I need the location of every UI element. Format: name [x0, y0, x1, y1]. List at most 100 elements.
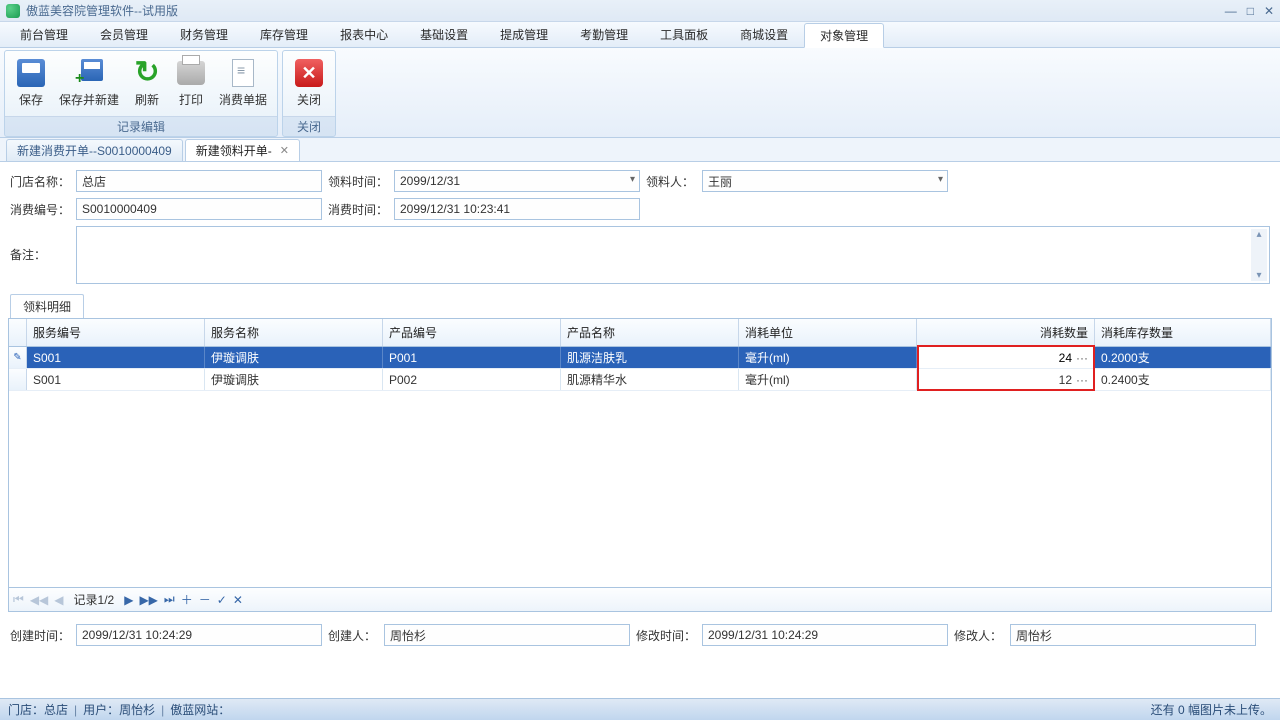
status-store: 门店：总店: [8, 701, 68, 718]
creator-input: 周怡杉: [384, 624, 630, 646]
close-button[interactable]: ✕ 关闭: [287, 53, 331, 114]
cell: S001: [27, 369, 205, 390]
cell: 0.2400支: [1095, 369, 1271, 390]
cell: 伊璇调肤: [205, 369, 383, 390]
modifier-label: 修改人：: [954, 627, 1004, 644]
status-site[interactable]: 傲蓝网站：: [170, 701, 230, 718]
maximize-button[interactable]: □: [1247, 4, 1254, 18]
ribbon-group-edit-caption: 记录编辑: [5, 116, 277, 136]
consume-time-input[interactable]: 2099/12/31 10:23:41: [394, 198, 640, 220]
creator-label: 创建人：: [328, 627, 378, 644]
ribbon-group-edit: 保存 + 保存并新建 ↻ 刷新 打印 消费单据 记录编辑: [4, 50, 278, 137]
col-qty[interactable]: 消耗数量: [917, 319, 1095, 346]
col-service-no[interactable]: 服务编号: [27, 319, 205, 346]
doc-tab-0-label: 新建消费开单--S0010000409: [17, 142, 172, 159]
detail-tab[interactable]: 领料明细: [10, 294, 84, 318]
save-new-button[interactable]: + 保存并新建: [53, 53, 125, 114]
menu-report[interactable]: 报表中心: [324, 22, 404, 47]
grid-header: 服务编号 服务名称 产品编号 产品名称 消耗单位 消耗数量 消耗库存数量: [9, 319, 1271, 347]
nav-prev-page[interactable]: ◀◀: [30, 593, 48, 607]
refresh-label: 刷新: [135, 91, 159, 108]
menu-mall[interactable]: 商城设置: [724, 22, 804, 47]
qty-editor-cell[interactable]: 24···: [917, 347, 1095, 368]
close-icon: ✕: [295, 59, 323, 87]
col-product-no[interactable]: 产品编号: [383, 319, 561, 346]
nav-prev[interactable]: ◀: [54, 593, 63, 607]
cell: 0.2000支: [1095, 347, 1271, 368]
doc-tab-close-icon[interactable]: ✕: [280, 144, 289, 157]
menu-object[interactable]: 对象管理: [804, 23, 884, 48]
cell: 肌源精华水: [561, 369, 739, 390]
consume-doc-button[interactable]: 消费单据: [213, 53, 273, 114]
ribbon-group-close: ✕ 关闭 关闭: [282, 50, 336, 137]
consume-no-label: 消费编号：: [10, 201, 70, 218]
save-new-label: 保存并新建: [59, 91, 119, 108]
create-time-input: 2099/12/31 10:24:29: [76, 624, 322, 646]
nav-first[interactable]: ⏮: [13, 592, 24, 607]
menu-stock[interactable]: 库存管理: [244, 22, 324, 47]
refresh-button[interactable]: ↻ 刷新: [125, 53, 169, 114]
store-input[interactable]: 总店: [76, 170, 322, 192]
menu-commission[interactable]: 提成管理: [484, 22, 564, 47]
table-row[interactable]: S001 伊璇调肤 P002 肌源精华水 毫升(ml) 12··· 0.2400…: [9, 369, 1271, 391]
ribbon-group-close-caption: 关闭: [283, 116, 335, 136]
remark-input[interactable]: ▴▾: [76, 226, 1270, 284]
detail-grid: 服务编号 服务名称 产品编号 产品名称 消耗单位 消耗数量 消耗库存数量 ✎ S…: [8, 318, 1272, 588]
print-icon: [177, 61, 205, 85]
qty-cell[interactable]: 12···: [917, 369, 1095, 390]
consume-no-input[interactable]: S0010000409: [76, 198, 322, 220]
col-unit[interactable]: 消耗单位: [739, 319, 917, 346]
grid-indicator-header: [9, 319, 27, 346]
title-bar: 傲蓝美容院管理软件--试用版 — □ ✕: [0, 0, 1280, 22]
col-product-name[interactable]: 产品名称: [561, 319, 739, 346]
status-upload: 还有 0 幅图片未上传。: [1151, 701, 1272, 718]
nav-cancel[interactable]: ✕: [233, 593, 243, 607]
ellipsis-button-icon[interactable]: ···: [1076, 351, 1088, 365]
nav-next[interactable]: ▶: [124, 593, 133, 607]
menu-basic[interactable]: 基础设置: [404, 22, 484, 47]
menu-finance[interactable]: 财务管理: [164, 22, 244, 47]
app-logo-icon: [6, 4, 20, 18]
cell: 伊璇调肤: [205, 347, 383, 368]
refresh-icon: ↻: [134, 60, 159, 86]
document-icon: [232, 59, 254, 87]
modify-time-input: 2099/12/31 10:24:29: [702, 624, 948, 646]
save-new-icon: +: [75, 59, 103, 87]
menu-front[interactable]: 前台管理: [4, 22, 84, 47]
row-indicator-icon: ✎: [9, 347, 27, 368]
nav-confirm[interactable]: ✓: [217, 593, 227, 607]
ellipsis-button-icon[interactable]: ···: [1076, 373, 1088, 387]
doc-tab-material[interactable]: 新建领料开单-✕: [185, 139, 300, 161]
table-row[interactable]: ✎ S001 伊璇调肤 P001 肌源洁肤乳 毫升(ml) 24··· 0.20…: [9, 347, 1271, 369]
print-button[interactable]: 打印: [169, 53, 213, 114]
pick-time-input[interactable]: 2099/12/31: [394, 170, 640, 192]
save-button[interactable]: 保存: [9, 53, 53, 114]
cell: 肌源洁肤乳: [561, 347, 739, 368]
nav-last[interactable]: ⏭: [164, 592, 175, 607]
cell: S001: [27, 347, 205, 368]
menu-attendance[interactable]: 考勤管理: [564, 22, 644, 47]
close-label: 关闭: [297, 91, 321, 108]
remark-scrollbar[interactable]: ▴▾: [1251, 229, 1267, 281]
modifier-input: 周怡杉: [1010, 624, 1256, 646]
nav-next-page[interactable]: ▶▶: [139, 593, 157, 607]
menu-tools[interactable]: 工具面板: [644, 22, 724, 47]
remark-label: 备注：: [10, 226, 70, 263]
header-form: 门店名称： 总店 领料时间： 2099/12/31 领料人： 王丽 消费编号： …: [0, 162, 1280, 294]
consume-doc-label: 消费单据: [219, 91, 267, 108]
close-window-button[interactable]: ✕: [1264, 4, 1274, 18]
grid-body: ✎ S001 伊璇调肤 P001 肌源洁肤乳 毫升(ml) 24··· 0.20…: [9, 347, 1271, 587]
modify-time-label: 修改时间：: [636, 627, 696, 644]
menu-member[interactable]: 会员管理: [84, 22, 164, 47]
picker-input[interactable]: 王丽: [702, 170, 948, 192]
consume-time-label: 消费时间：: [328, 201, 388, 218]
document-tabs: 新建消费开单--S0010000409 新建领料开单-✕: [0, 138, 1280, 162]
col-service-name[interactable]: 服务名称: [205, 319, 383, 346]
doc-tab-consume[interactable]: 新建消费开单--S0010000409: [6, 139, 183, 161]
create-time-label: 创建时间：: [10, 627, 70, 644]
nav-add[interactable]: ＋: [181, 591, 193, 608]
nav-delete[interactable]: －: [199, 591, 211, 608]
col-stock-qty[interactable]: 消耗库存数量: [1095, 319, 1271, 346]
minimize-button[interactable]: —: [1225, 4, 1237, 18]
status-user: 用户：周怡杉: [83, 701, 155, 718]
